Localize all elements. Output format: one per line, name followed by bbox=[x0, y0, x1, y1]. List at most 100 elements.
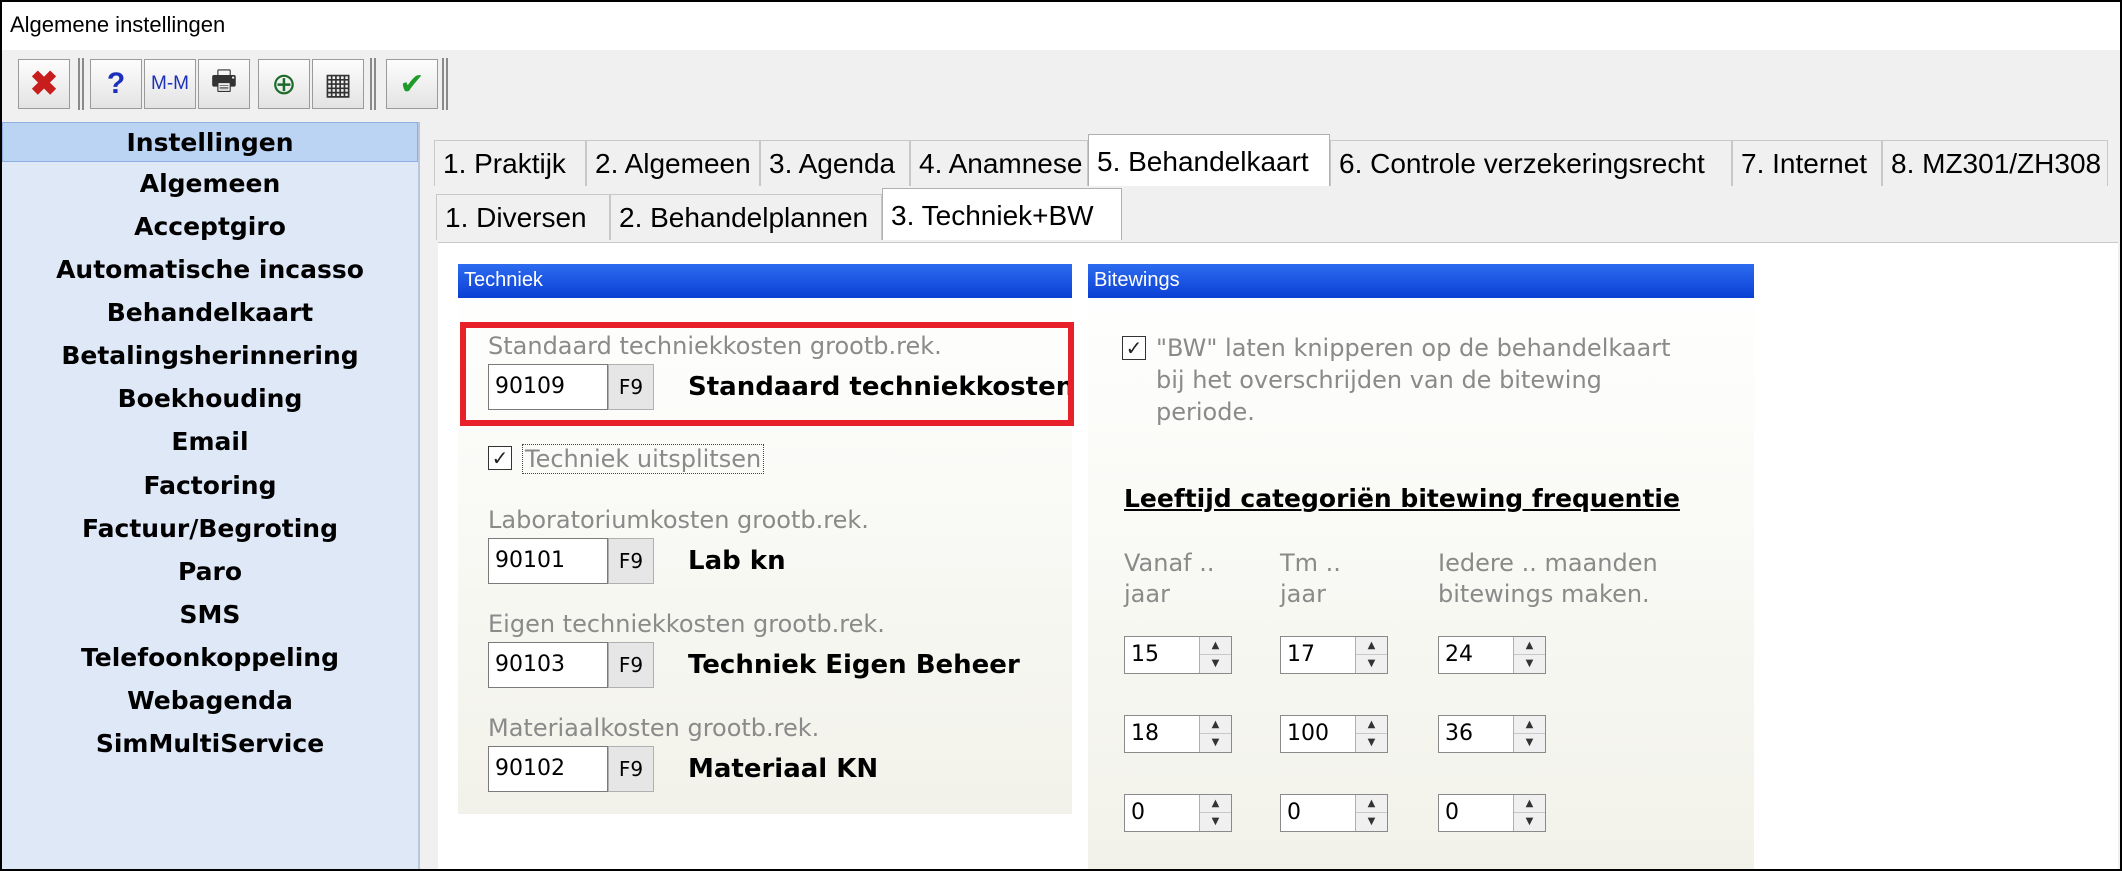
spinner-arrows: ▲ ▼ bbox=[1199, 795, 1231, 831]
tab-techniek-bw[interactable]: 3. Techniek+BW bbox=[882, 188, 1122, 240]
printer-icon: 🖶 bbox=[210, 65, 238, 96]
tab-behandelplannen[interactable]: 2. Behandelplannen bbox=[610, 194, 882, 240]
tab-praktijk[interactable]: 1. Praktijk bbox=[434, 140, 586, 186]
split-checkbox[interactable]: ✓ bbox=[488, 446, 512, 470]
col-head-line: Tm .. bbox=[1280, 549, 1341, 577]
spin-down-icon[interactable]: ▼ bbox=[1514, 655, 1545, 673]
lab-f9-button[interactable]: F9 bbox=[608, 538, 654, 584]
sidebar-item-acceptgiro[interactable]: Acceptgiro bbox=[2, 207, 418, 247]
sidebar-item-factoring[interactable]: Factoring bbox=[2, 466, 418, 506]
sidebar-item-webagenda[interactable]: Webagenda bbox=[2, 681, 418, 721]
toolbar-separator bbox=[370, 58, 376, 110]
age-category-title: Leeftijd categoriën bitewing frequentie bbox=[1124, 484, 1680, 513]
col-head-line: jaar bbox=[1280, 580, 1326, 608]
spinner-arrows: ▲ ▼ bbox=[1513, 716, 1545, 752]
eigen-account-input[interactable]: 90103 bbox=[488, 642, 608, 688]
spin-up-icon[interactable]: ▲ bbox=[1514, 637, 1545, 655]
check-icon: ✔ bbox=[399, 67, 425, 101]
materiaal-account-input[interactable]: 90102 bbox=[488, 746, 608, 792]
close-button[interactable]: ✖ bbox=[18, 59, 70, 109]
blink-label-line: bij het overschrijden van de bitewing bbox=[1156, 366, 1602, 394]
settings-sidebar: Instellingen Algemeen Acceptgiro Automat… bbox=[2, 122, 420, 869]
spin-down-icon[interactable]: ▼ bbox=[1200, 734, 1231, 752]
spinner-arrows: ▲ ▼ bbox=[1513, 637, 1545, 673]
window-title: Algemene instellingen bbox=[10, 12, 226, 37]
spinner-value: 100 bbox=[1287, 721, 1329, 746]
materiaal-f9-button[interactable]: F9 bbox=[608, 746, 654, 792]
globe-button[interactable]: ⊕ bbox=[258, 59, 310, 109]
sidebar-item-behandelkaart[interactable]: Behandelkaart bbox=[2, 293, 418, 333]
spin-up-icon[interactable]: ▲ bbox=[1356, 716, 1387, 734]
settings-window: Algemene instellingen ✖ ? M-M 🖶 ⊕ ▦ ✔ In… bbox=[0, 0, 2122, 871]
spin-down-icon[interactable]: ▼ bbox=[1514, 734, 1545, 752]
sub-tabs: 1. Diversen 2. Behandelplannen 3. Techni… bbox=[422, 188, 2120, 240]
col-head-line: jaar bbox=[1124, 580, 1170, 608]
sidebar-item-telefoonkoppeling[interactable]: Telefoonkoppeling bbox=[2, 638, 418, 678]
spin-up-icon[interactable]: ▲ bbox=[1514, 716, 1545, 734]
spin-down-icon[interactable]: ▼ bbox=[1356, 655, 1387, 673]
spinner-arrows: ▲ ▼ bbox=[1199, 637, 1231, 673]
help-button[interactable]: ? bbox=[90, 59, 142, 109]
calculator-button[interactable]: ▦ bbox=[312, 59, 364, 109]
tab-behandelkaart[interactable]: 5. Behandelkaart bbox=[1088, 134, 1330, 186]
sidebar-item-automatische-incasso[interactable]: Automatische incasso bbox=[2, 250, 418, 290]
spinner-value: 0 bbox=[1287, 800, 1301, 825]
highlight-box bbox=[460, 322, 1074, 426]
spinner-arrows: ▲ ▼ bbox=[1355, 637, 1387, 673]
spin-down-icon[interactable]: ▼ bbox=[1200, 655, 1231, 673]
sidebar-item-betalingsherinnering[interactable]: Betalingsherinnering bbox=[2, 336, 418, 376]
months-spinner[interactable]: 36 ▲ ▼ bbox=[1438, 715, 1546, 753]
spinner-value: 15 bbox=[1131, 642, 1159, 667]
col-head-line: bitewings maken. bbox=[1438, 580, 1650, 608]
spin-up-icon[interactable]: ▲ bbox=[1200, 795, 1231, 813]
spin-up-icon[interactable]: ▲ bbox=[1200, 637, 1231, 655]
spinner-value: 17 bbox=[1287, 642, 1315, 667]
spinner-arrows: ▲ ▼ bbox=[1513, 795, 1545, 831]
sidebar-item-factuur-begroting[interactable]: Factuur/Begroting bbox=[2, 509, 418, 549]
tab-mz301-zh308[interactable]: 8. MZ301/ZH308 bbox=[1882, 140, 2108, 186]
tab-agenda[interactable]: 3. Agenda bbox=[760, 140, 910, 186]
sidebar-item-algemeen[interactable]: Algemeen bbox=[2, 164, 418, 204]
mm-button[interactable]: M-M bbox=[144, 59, 196, 109]
spin-down-icon[interactable]: ▼ bbox=[1356, 813, 1387, 831]
sidebar-item-boekhouding[interactable]: Boekhouding bbox=[2, 379, 418, 419]
tm-spinner[interactable]: 0 ▲ ▼ bbox=[1280, 794, 1388, 832]
months-spinner[interactable]: 0 ▲ ▼ bbox=[1438, 794, 1546, 832]
spinner-value: 36 bbox=[1445, 721, 1473, 746]
vanaf-spinner[interactable]: 15 ▲ ▼ bbox=[1124, 636, 1232, 674]
spin-down-icon[interactable]: ▼ bbox=[1200, 813, 1231, 831]
tab-algemeen[interactable]: 2. Algemeen bbox=[586, 140, 760, 186]
sidebar-item-simmultiservice[interactable]: SimMultiService bbox=[2, 724, 418, 764]
spin-up-icon[interactable]: ▲ bbox=[1514, 795, 1545, 813]
tab-internet[interactable]: 7. Internet bbox=[1732, 140, 1882, 186]
sidebar-item-instellingen[interactable]: Instellingen bbox=[2, 122, 418, 162]
sidebar-item-sms[interactable]: SMS bbox=[2, 595, 418, 635]
tab-controle-verzekeringsrecht[interactable]: 6. Controle verzekeringsrecht bbox=[1330, 140, 1732, 186]
blink-label[interactable]: "BW" laten knipperen op de behandelkaart… bbox=[1156, 332, 1671, 428]
confirm-button[interactable]: ✔ bbox=[386, 59, 438, 109]
spin-down-icon[interactable]: ▼ bbox=[1514, 813, 1545, 831]
vanaf-spinner[interactable]: 18 ▲ ▼ bbox=[1124, 715, 1232, 753]
split-label[interactable]: Techniek uitsplitsen bbox=[522, 444, 765, 474]
spin-up-icon[interactable]: ▲ bbox=[1200, 716, 1231, 734]
materiaal-caption: Materiaalkosten grootb.rek. bbox=[488, 714, 820, 742]
blink-label-line: periode. bbox=[1156, 398, 1255, 426]
toolbar-separator bbox=[78, 58, 84, 110]
sidebar-item-paro[interactable]: Paro bbox=[2, 552, 418, 592]
calculator-icon: ▦ bbox=[323, 67, 353, 101]
eigen-f9-button[interactable]: F9 bbox=[608, 642, 654, 688]
tm-spinner[interactable]: 17 ▲ ▼ bbox=[1280, 636, 1388, 674]
tab-anamnese[interactable]: 4. Anamnese bbox=[910, 140, 1088, 186]
lab-account-input[interactable]: 90101 bbox=[488, 538, 608, 584]
tab-diversen[interactable]: 1. Diversen bbox=[436, 194, 610, 240]
tm-spinner[interactable]: 100 ▲ ▼ bbox=[1280, 715, 1388, 753]
print-button[interactable]: 🖶 bbox=[198, 59, 250, 109]
months-spinner[interactable]: 24 ▲ ▼ bbox=[1438, 636, 1546, 674]
blink-checkbox[interactable]: ✓ bbox=[1122, 336, 1146, 360]
spin-up-icon[interactable]: ▲ bbox=[1356, 637, 1387, 655]
sidebar-item-email[interactable]: Email bbox=[2, 422, 418, 462]
col-head-tm: Tm .. jaar bbox=[1280, 548, 1341, 610]
spin-down-icon[interactable]: ▼ bbox=[1356, 734, 1387, 752]
vanaf-spinner[interactable]: 0 ▲ ▼ bbox=[1124, 794, 1232, 832]
spin-up-icon[interactable]: ▲ bbox=[1356, 795, 1387, 813]
